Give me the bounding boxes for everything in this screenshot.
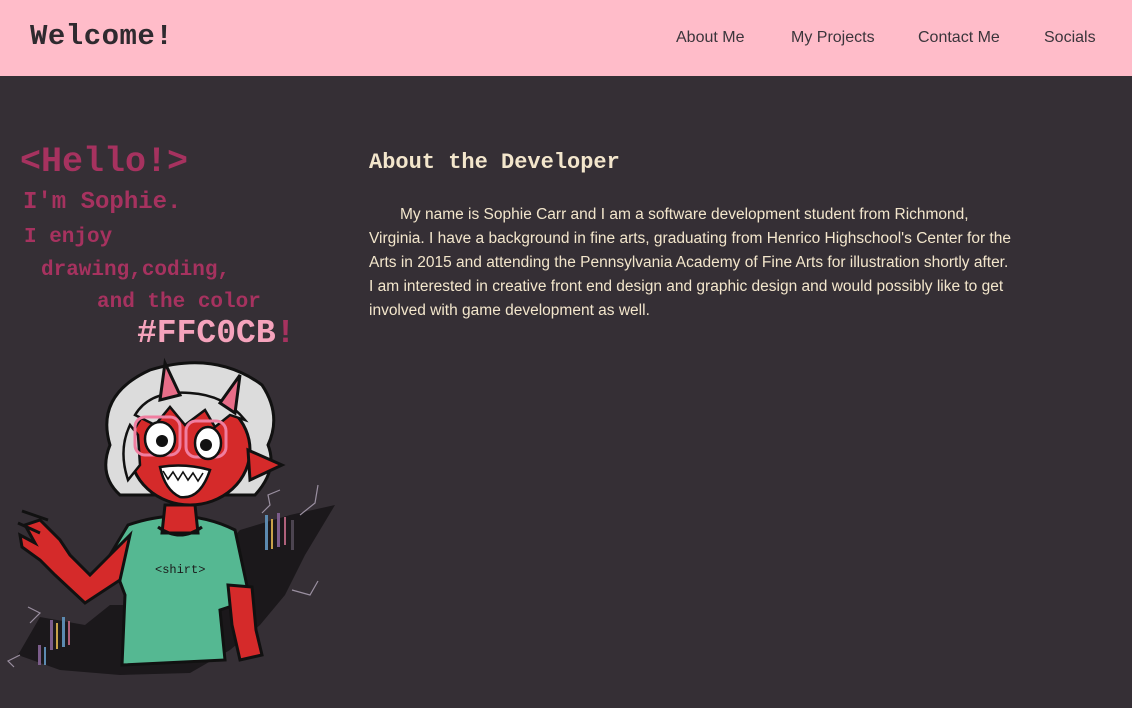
top-navbar: Welcome! About Me My Projects Contact Me… (0, 0, 1132, 76)
nav-link-contact-me[interactable]: Contact Me (918, 29, 1000, 47)
brand-title: Welcome! (30, 20, 174, 53)
nav-link-my-projects[interactable]: My Projects (791, 29, 875, 47)
about-title: About the Developer (369, 150, 620, 175)
hero-color-exclaim: ! (275, 315, 296, 352)
hero-hobbies-text: drawing,coding, (41, 259, 231, 282)
shirt-label: <shirt> (155, 563, 205, 577)
hero-name-text: I'm Sophie. (23, 189, 182, 216)
nav-link-about-me[interactable]: About Me (676, 29, 744, 47)
hero-color-intro-text: and the color (97, 291, 261, 314)
hero-color-value: #FFC0CB! (137, 315, 295, 352)
hero-color-hex: #FFC0CB (137, 315, 276, 352)
hero-enjoy-text: I enjoy (24, 226, 113, 249)
about-paragraph: My name is Sophie Carr and I am a softwa… (369, 206, 1011, 319)
hero-hello-text: <Hello!> (20, 142, 189, 182)
avatar-illustration: <shirt> (6, 357, 335, 675)
nav-link-socials[interactable]: Socials (1044, 29, 1096, 47)
